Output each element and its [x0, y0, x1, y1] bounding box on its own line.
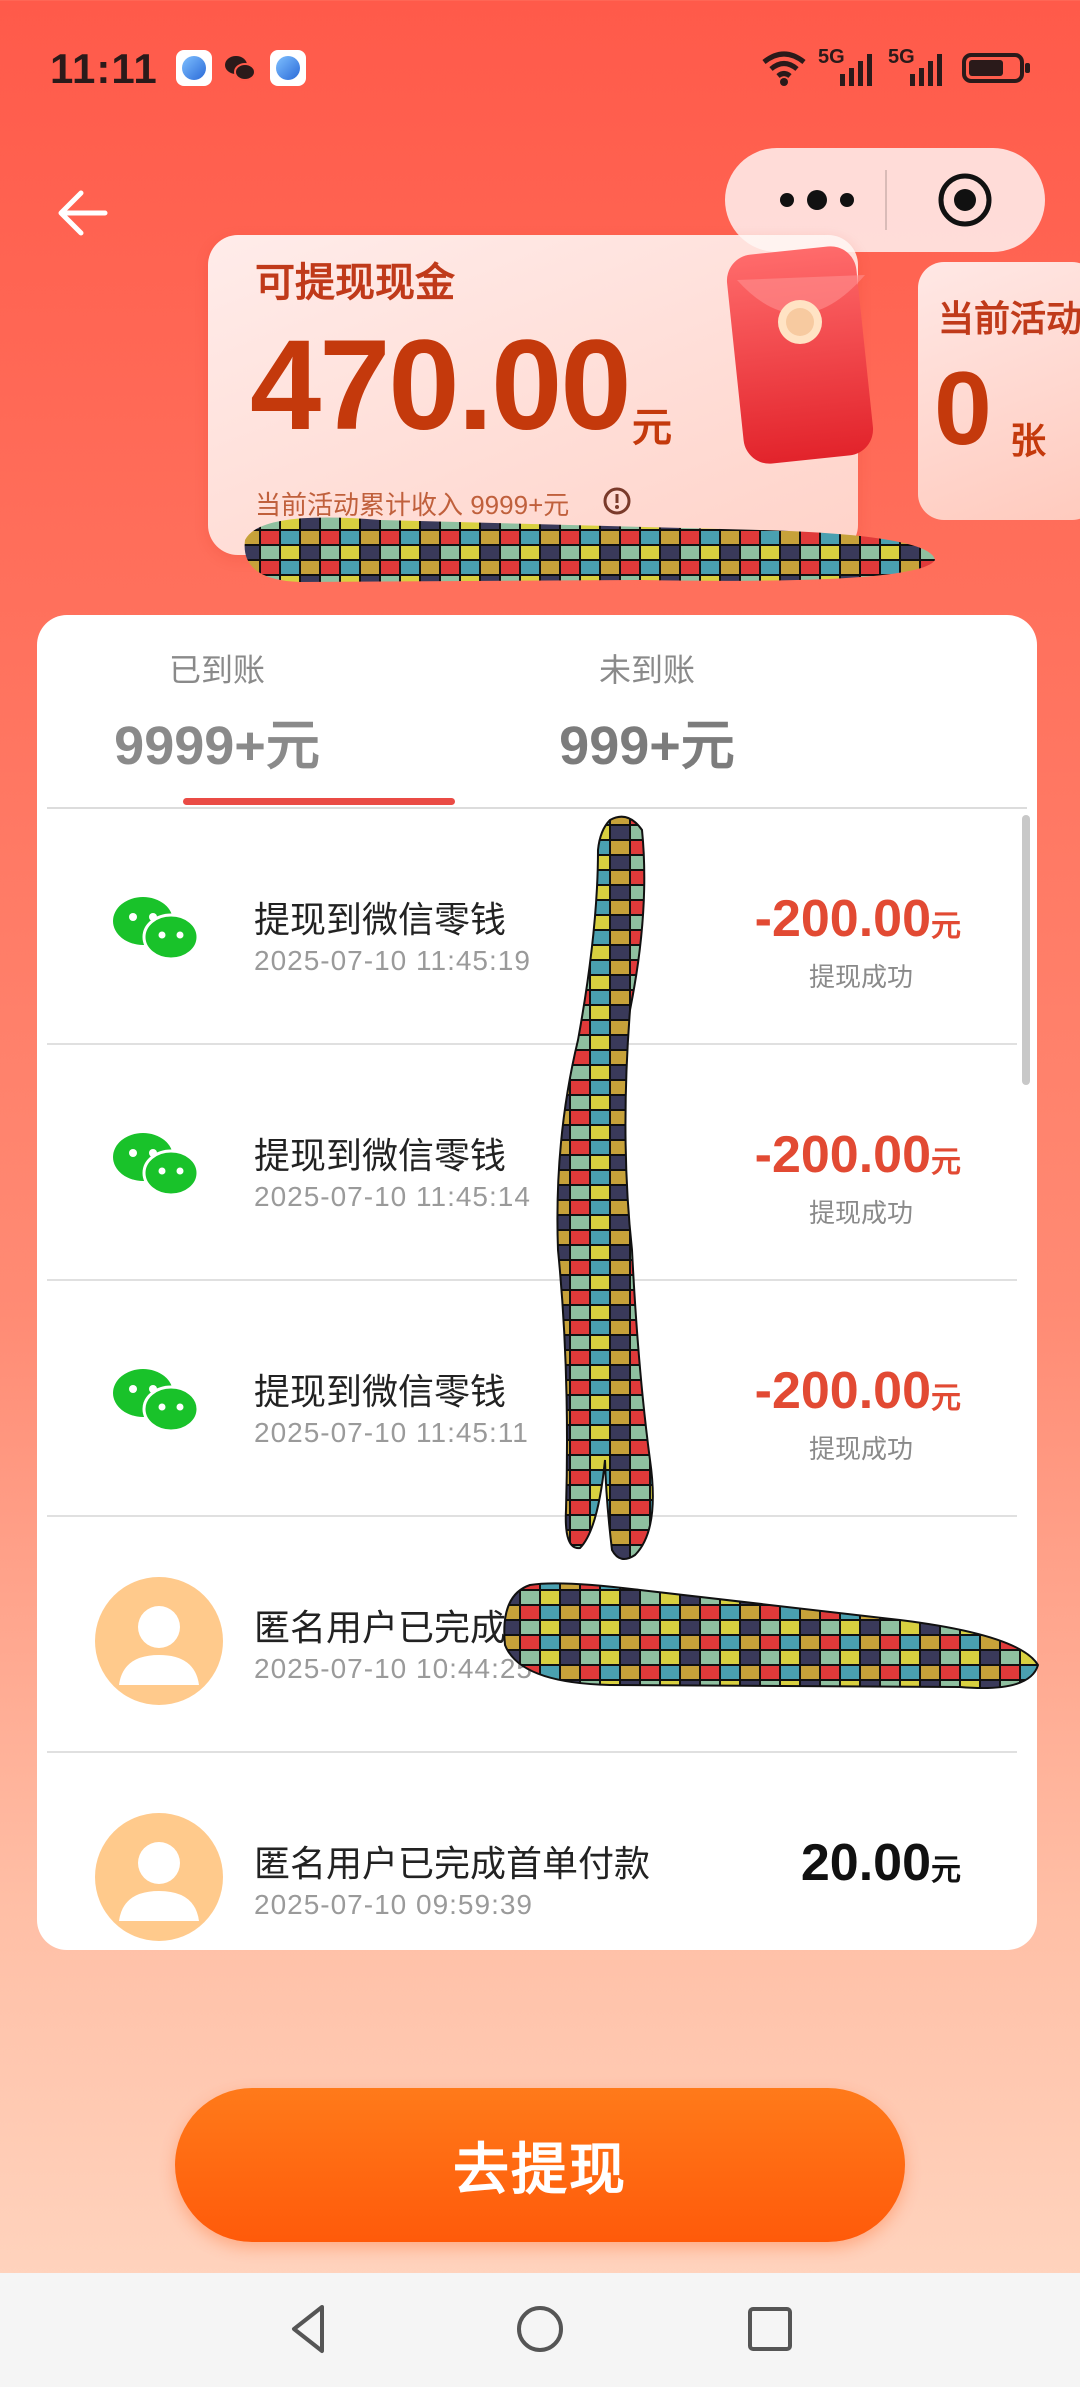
wechat-status-icon	[225, 56, 256, 81]
record-time: 2025-07-10 09:59:39	[254, 1889, 533, 1920]
nav-back-icon[interactable]	[280, 2299, 340, 2359]
user-avatar-icon	[95, 1813, 223, 1941]
browser-icon	[176, 50, 212, 86]
cash-unit: 元	[632, 406, 672, 450]
record-title: 提现到微信零钱	[254, 1371, 507, 1412]
record-amount: -200.00元	[755, 889, 961, 949]
record-title: 提现到微信零钱	[254, 899, 507, 940]
withdraw-button[interactable]: 去提现	[175, 2088, 905, 2242]
close-target-icon[interactable]	[937, 172, 993, 228]
record-amount-unit: 元	[931, 910, 961, 943]
coupon-card: 当前活动 0 张	[918, 262, 1080, 520]
record-title: 匿名用户已完成首单付款	[254, 1843, 651, 1884]
coupon-unit: 张	[1010, 420, 1047, 461]
scrollbar[interactable]	[1022, 815, 1030, 1085]
back-arrow-icon[interactable]	[55, 185, 111, 241]
nav-home-icon[interactable]	[510, 2299, 570, 2359]
record-list: 提现到微信零钱 2025-07-10 11:45:19 -200.00元 提现成…	[47, 809, 1017, 1950]
record-amount: 20.00元	[801, 1833, 961, 1893]
record-amount-unit: 元	[931, 1382, 961, 1415]
redaction-mark-horizontal	[503, 1582, 1040, 1690]
tab-pending[interactable]: 未到账 999+元	[467, 645, 827, 780]
wechat-icon	[113, 897, 200, 961]
signal-2: 5G	[888, 46, 950, 86]
browser-icon-2	[270, 50, 306, 86]
nav-recents-icon[interactable]	[740, 2299, 800, 2359]
wifi-icon	[762, 51, 806, 86]
record-amount-value: 20.00	[800, 1834, 931, 1892]
tab-pending-label: 未到账	[598, 652, 695, 688]
list-item[interactable]: 匿名用户已完成首单付款 2025-07-10 09:59:39 20.00元	[47, 1753, 1017, 1950]
record-amount: -200.00元	[755, 1361, 961, 1421]
signal-1: 5G	[818, 46, 880, 86]
redaction-mark	[244, 517, 936, 582]
records-panel: 已到账 9999+元 未到账 999+元 提现到微信零钱 2025-07-10 …	[37, 615, 1037, 1950]
record-title: 提现到微信零钱	[254, 1135, 507, 1176]
user-avatar-icon	[95, 1577, 223, 1705]
record-time: 2025-07-10 11:45:14	[254, 1181, 531, 1212]
coupon-title: 当前活动	[938, 298, 1080, 339]
wechat-icon	[113, 1133, 200, 1197]
record-amount: -200.00元	[755, 1125, 961, 1185]
cash-title: 可提现现金	[255, 261, 455, 305]
record-amount-unit: 元	[931, 1146, 961, 1179]
list-item[interactable]: 提现到微信零钱 2025-07-10 11:45:11 -200.00元 提现成…	[47, 1281, 1017, 1517]
red-envelope-icon	[726, 246, 874, 464]
record-status: 提现成功	[808, 1434, 913, 1464]
record-status: 提现成功	[808, 1198, 913, 1228]
record-time: 2025-07-10 11:45:19	[254, 945, 531, 976]
record-time: 2025-07-10 11:45:11	[254, 1417, 529, 1448]
list-item[interactable]: 提现到微信零钱 2025-07-10 11:45:19 -200.00元 提现成…	[47, 809, 1017, 1045]
system-nav-bar	[0, 2273, 1080, 2387]
more-icon[interactable]	[767, 180, 867, 220]
record-amount-value: -200.00	[754, 1362, 931, 1420]
capsule-divider	[885, 170, 887, 230]
tab-received-label: 已到账	[168, 652, 265, 688]
tab-received[interactable]: 已到账 9999+元	[37, 645, 397, 780]
tab-pending-value: 999+元	[559, 716, 735, 776]
record-amount-value: -200.00	[754, 890, 931, 948]
record-time: 2025-07-10 10:44:25	[254, 1653, 533, 1684]
status-time: 11:11	[50, 45, 158, 92]
record-amount-unit: 元	[931, 1854, 961, 1887]
battery-icon	[962, 53, 1030, 83]
list-item[interactable]: 提现到微信零钱 2025-07-10 11:45:14 -200.00元 提现成…	[47, 1045, 1017, 1281]
wechat-icon	[113, 1369, 200, 1433]
cash-amount: 470.00	[250, 314, 631, 457]
tab-received-value: 9999+元	[114, 716, 320, 776]
status-bar: 11:11 5G 5G	[0, 0, 1080, 140]
redaction-mark-vertical	[556, 815, 654, 1560]
record-amount-value: -200.00	[754, 1126, 931, 1184]
active-tab-indicator	[183, 798, 455, 805]
coupon-count: 0	[934, 351, 992, 467]
record-status: 提现成功	[808, 962, 913, 992]
